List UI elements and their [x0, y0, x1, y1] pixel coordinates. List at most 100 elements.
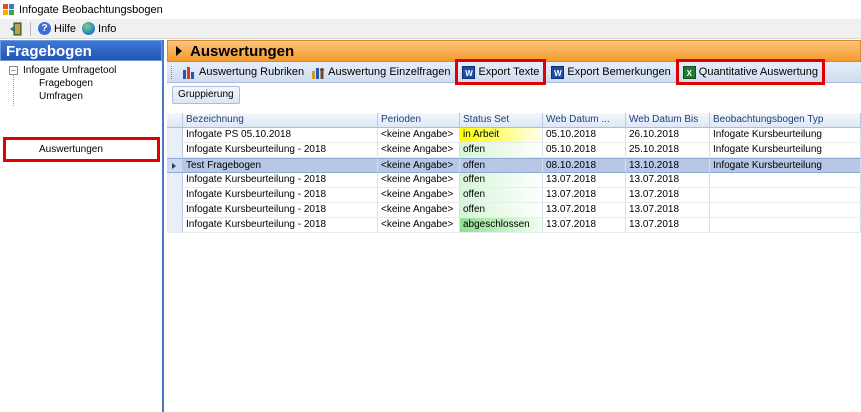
- cell-perioden: <keine Angabe>: [378, 218, 460, 233]
- help-button[interactable]: ? Hilfe: [35, 20, 79, 38]
- cell-web-datum-bis: 13.07.2018: [626, 218, 710, 233]
- export-bemerkungen-label: Export Bemerkungen: [567, 66, 671, 78]
- auswertung-einzelfragen-label: Auswertung Einzelfragen: [328, 66, 451, 78]
- app-icon: [3, 3, 15, 16]
- table-row[interactable]: Infogate Kursbeurteilung - 2018 <keine A…: [167, 218, 861, 233]
- help-icon: ?: [38, 22, 51, 35]
- column-header-status-set[interactable]: Status Set: [460, 113, 543, 128]
- cell-status: offen: [460, 143, 543, 158]
- column-header-bezeichnung[interactable]: Bezeichnung: [183, 113, 378, 128]
- cell-status: offen: [460, 158, 543, 173]
- table-row[interactable]: Infogate Kursbeurteilung - 2018 <keine A…: [167, 143, 861, 158]
- tree-root-node[interactable]: − Infogate Umfragetool: [0, 64, 162, 77]
- row-indicator[interactable]: [167, 188, 183, 203]
- export-texte-label: Export Texte: [478, 66, 540, 78]
- cell-web-datum-bis: 26.10.2018: [626, 128, 710, 143]
- export-bemerkungen-button[interactable]: W Export Bemerkungen: [548, 63, 673, 81]
- cell-typ: Infogate Kursbeurteilung: [710, 143, 861, 158]
- page-title: Auswertungen: [190, 42, 295, 60]
- cell-web-datum-von: 13.07.2018: [543, 203, 626, 218]
- export-texte-button[interactable]: W Export Texte: [455, 59, 547, 85]
- row-indicator[interactable]: [167, 203, 183, 218]
- cell-web-datum-bis: 13.07.2018: [626, 173, 710, 188]
- excel-document-icon: X: [682, 65, 696, 79]
- tree-root-label: Infogate Umfragetool: [23, 65, 117, 76]
- quantitative-auswertung-button[interactable]: X Quantitative Auswertung: [675, 59, 826, 85]
- cell-web-datum-von: 13.07.2018: [543, 218, 626, 233]
- cell-status: offen: [460, 188, 543, 203]
- cell-typ: [710, 173, 861, 188]
- auswertung-rubriken-label: Auswertung Rubriken: [199, 66, 305, 78]
- sidebar-title: Fragebogen: [0, 40, 162, 61]
- toolbar-grip[interactable]: [171, 65, 174, 79]
- cell-web-datum-bis: 25.10.2018: [626, 143, 710, 158]
- cell-bezeichnung: Infogate Kursbeurteilung - 2018: [183, 188, 378, 203]
- table-row[interactable]: Infogate Kursbeurteilung - 2018 <keine A…: [167, 173, 861, 188]
- column-header-web-datum-von[interactable]: Web Datum ...: [543, 113, 626, 128]
- auswertung-rubriken-button[interactable]: Auswertung Rubriken: [180, 63, 307, 81]
- cell-web-datum-von: 13.07.2018: [543, 188, 626, 203]
- cell-perioden: <keine Angabe>: [378, 158, 460, 173]
- navigation-tree: − Infogate Umfragetool Fragebogen Umfrag…: [0, 61, 162, 106]
- cell-web-datum-von: 13.07.2018: [543, 173, 626, 188]
- cell-perioden: <keine Angabe>: [378, 173, 460, 188]
- window-titlebar: Infogate Beobachtungsbogen: [0, 0, 861, 19]
- help-label: Hilfe: [54, 22, 77, 35]
- exit-door-icon: [10, 22, 22, 35]
- word-document-icon: W: [551, 65, 565, 79]
- highlight-frame-auswertungen: Auswertungen: [3, 137, 160, 162]
- cell-typ: Infogate Kursbeurteilung: [710, 158, 861, 173]
- grouping-button[interactable]: Gruppierung: [172, 86, 240, 104]
- info-button[interactable]: Info: [79, 20, 119, 38]
- cell-typ: Infogate Kursbeurteilung: [710, 128, 861, 143]
- cell-web-datum-von: 05.10.2018: [543, 143, 626, 158]
- globe-icon: [82, 22, 96, 35]
- window-title: Infogate Beobachtungsbogen: [19, 3, 163, 16]
- bar-chart-person-icon: [312, 67, 325, 79]
- table-row[interactable]: Infogate Kursbeurteilung - 2018 <keine A…: [167, 203, 861, 218]
- quantitative-auswertung-label: Quantitative Auswertung: [698, 66, 819, 78]
- cell-perioden: <keine Angabe>: [378, 143, 460, 158]
- table-row[interactable]: Infogate PS 05.10.2018 <keine Angabe> in…: [167, 128, 861, 143]
- cell-typ: [710, 218, 861, 233]
- tree-item-label: Auswertungen: [39, 144, 103, 155]
- cell-status: abgeschlossen: [460, 218, 543, 233]
- row-indicator[interactable]: [167, 143, 183, 158]
- auswertung-einzelfragen-button[interactable]: Auswertung Einzelfragen: [309, 63, 453, 81]
- cell-status: offen: [460, 203, 543, 218]
- column-header-web-datum-bis[interactable]: Web Datum Bis: [626, 113, 710, 128]
- cell-web-datum-bis: 13.10.2018: [626, 158, 710, 173]
- grouping-bar: Gruppierung: [167, 83, 861, 107]
- cell-typ: [710, 203, 861, 218]
- tree-item-auswertungen[interactable]: Auswertungen: [6, 143, 157, 156]
- exit-button[interactable]: [0, 20, 26, 38]
- sidebar: Fragebogen − Infogate Umfragetool Frageb…: [0, 40, 164, 412]
- cell-perioden: <keine Angabe>: [378, 203, 460, 218]
- cell-bezeichnung: Infogate Kursbeurteilung - 2018: [183, 173, 378, 188]
- cell-bezeichnung: Test Fragebogen: [183, 158, 378, 173]
- menubar: ? Hilfe Info: [0, 19, 861, 39]
- expand-arrow-icon: [176, 46, 182, 56]
- cell-web-datum-von: 05.10.2018: [543, 128, 626, 143]
- column-header-perioden[interactable]: Perioden: [378, 113, 460, 128]
- cell-bezeichnung: Infogate Kursbeurteilung - 2018: [183, 143, 378, 158]
- row-indicator[interactable]: [167, 173, 183, 188]
- table-row-selected[interactable]: Test Fragebogen <keine Angabe> offen 08.…: [167, 158, 861, 173]
- tree-item-label: Umfragen: [39, 91, 83, 102]
- row-indicator[interactable]: [167, 158, 183, 173]
- bar-chart-icon: [183, 66, 194, 79]
- column-header-beobachtungsbogen-typ[interactable]: Beobachtungsbogen Typ: [710, 113, 861, 128]
- main-panel: Auswertungen Auswertung Rubriken Auswert…: [167, 40, 861, 412]
- tree-item-fragebogen[interactable]: Fragebogen: [0, 77, 162, 90]
- tree-item-umfragen[interactable]: Umfragen: [0, 90, 162, 103]
- row-indicator[interactable]: [167, 128, 183, 143]
- cell-typ: [710, 188, 861, 203]
- cell-bezeichnung: Infogate Kursbeurteilung - 2018: [183, 203, 378, 218]
- word-document-icon: W: [462, 65, 476, 79]
- row-indicator[interactable]: [167, 218, 183, 233]
- cell-bezeichnung: Infogate PS 05.10.2018: [183, 128, 378, 143]
- tree-item-label: Fragebogen: [39, 78, 93, 89]
- cell-status: in Arbeit: [460, 128, 543, 143]
- cell-bezeichnung: Infogate Kursbeurteilung - 2018: [183, 218, 378, 233]
- table-row[interactable]: Infogate Kursbeurteilung - 2018 <keine A…: [167, 188, 861, 203]
